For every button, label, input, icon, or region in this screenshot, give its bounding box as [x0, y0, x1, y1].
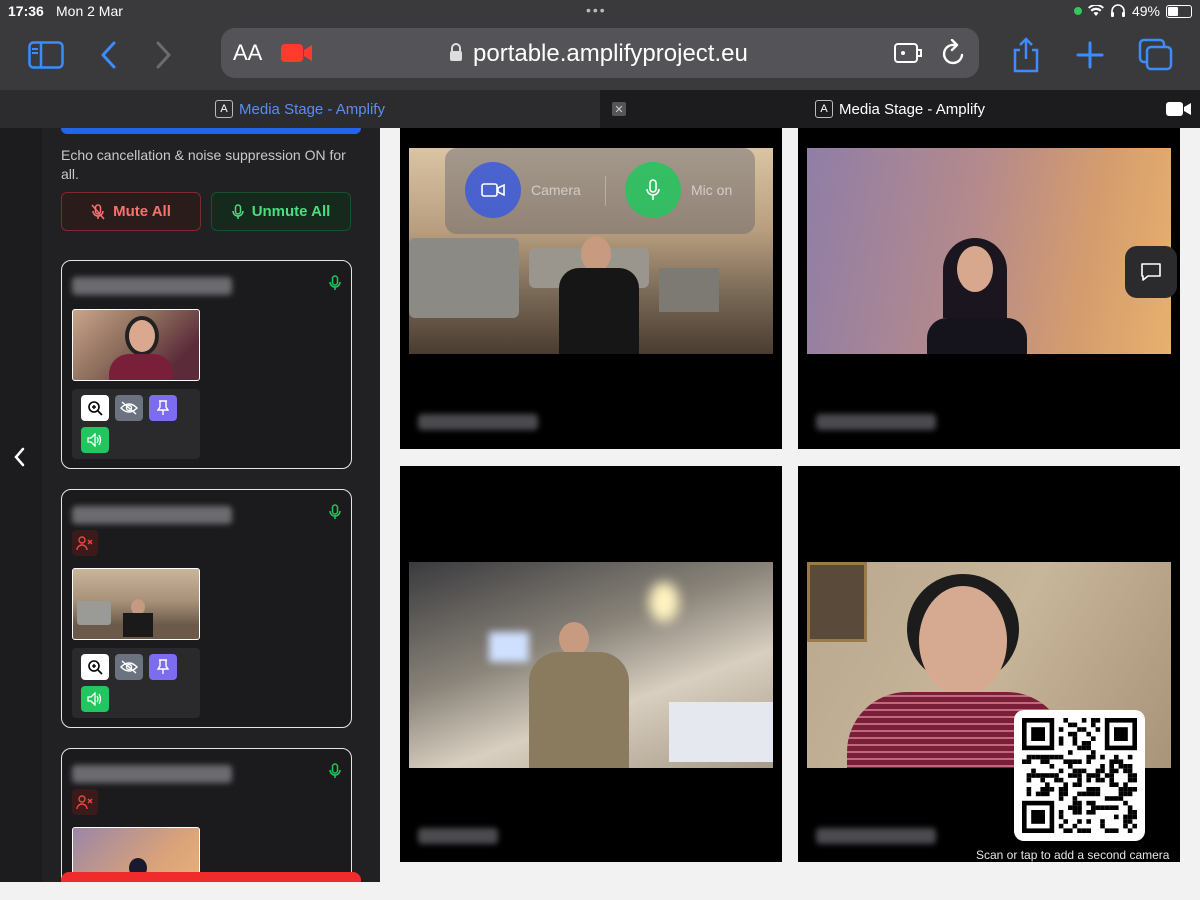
remove-user-icon[interactable]	[72, 530, 98, 556]
close-tab-icon[interactable]: ✕	[612, 102, 626, 116]
tab-label: Media Stage - Amplify	[239, 100, 385, 118]
volume-icon[interactable]	[81, 427, 109, 453]
participant-controls	[72, 389, 200, 459]
mic-toggle-button[interactable]	[625, 162, 681, 218]
forward-icon[interactable]	[144, 38, 184, 72]
tab-media-stage-active[interactable]: A Media Stage - Amplify	[0, 90, 600, 128]
status-bar: 17:36 Mon 2 Mar ••• 49%	[0, 0, 1200, 24]
video-tile[interactable]	[798, 128, 1180, 449]
unmute-all-button[interactable]: Unmute All	[211, 192, 351, 231]
participant-thumbnail[interactable]	[72, 309, 200, 381]
battery-level	[1168, 6, 1179, 16]
mic-icon	[646, 179, 660, 200]
remove-user-icon[interactable]	[72, 789, 98, 815]
chat-button[interactable]	[1125, 246, 1177, 298]
page-bottom	[0, 882, 1200, 900]
divider	[605, 176, 606, 206]
participant-name-redacted	[72, 277, 232, 295]
video-tile[interactable]	[400, 466, 782, 862]
zoom-in-icon[interactable]	[81, 654, 109, 680]
volume-icon[interactable]	[81, 686, 109, 712]
recording-camera-icon[interactable]	[281, 42, 313, 64]
camera-indicator-icon	[1073, 7, 1082, 15]
camera-icon	[481, 183, 505, 197]
primary-action-button[interactable]	[61, 128, 361, 134]
mic-active-icon	[329, 504, 341, 519]
participant-card	[61, 260, 352, 469]
sidebar-collapse-strip	[0, 128, 42, 882]
participant-name-redacted	[418, 414, 538, 430]
qr-code-image	[1022, 718, 1137, 833]
battery-percent: 49%	[1131, 3, 1160, 19]
clock: 17:36	[8, 3, 44, 19]
multitask-dots-icon[interactable]: •••	[586, 2, 607, 18]
qr-caption: Scan or tap to add a second camera	[976, 848, 1170, 862]
participant-video	[409, 562, 773, 768]
lock-icon	[450, 43, 462, 61]
participant-thumbnail[interactable]	[72, 568, 200, 640]
mic-off-icon	[91, 203, 105, 219]
site-favicon: A	[215, 100, 234, 118]
participant-video	[807, 148, 1171, 354]
hide-video-icon[interactable]	[115, 395, 143, 421]
tab-bar: A Media Stage - Amplify ✕ A Media Stage …	[0, 90, 1200, 128]
mic-label: Mic on	[691, 182, 733, 198]
echo-cancellation-note: Echo cancellation & noise suppression ON…	[61, 147, 346, 182]
camera-label: Camera	[531, 182, 581, 198]
share-icon[interactable]	[1006, 37, 1046, 73]
pin-icon[interactable]	[149, 395, 177, 421]
extension-icon[interactable]	[893, 40, 923, 66]
mute-all-button[interactable]: Mute All	[61, 192, 201, 231]
zoom-in-icon[interactable]	[81, 395, 109, 421]
qr-code[interactable]	[1014, 710, 1145, 841]
mic-active-icon	[329, 763, 341, 778]
sidebar-toggle-icon[interactable]	[26, 38, 66, 72]
camera-toggle-button[interactable]	[465, 162, 521, 218]
participant-name-redacted	[418, 828, 498, 844]
participant-name-redacted	[816, 828, 936, 844]
url-text[interactable]: portable.amplifyproject.eu	[473, 40, 748, 68]
tabs-overview-icon[interactable]	[1136, 38, 1176, 72]
browser-toolbar: AA portable.amplifyproject.eu	[0, 24, 1200, 90]
participant-name-redacted	[816, 414, 936, 430]
pin-icon[interactable]	[149, 654, 177, 680]
site-favicon: A	[815, 100, 834, 118]
chevron-left-icon[interactable]	[12, 446, 26, 468]
date: Mon 2 Mar	[56, 3, 123, 19]
chat-icon	[1141, 263, 1161, 281]
participant-card	[61, 489, 352, 728]
status-right: 49%	[1073, 3, 1192, 19]
battery-icon	[1166, 4, 1192, 18]
mic-active-icon	[329, 275, 341, 290]
participant-controls	[72, 648, 200, 718]
tab-label: Media Stage - Amplify	[839, 100, 985, 118]
media-controls-overlay: Camera Mic on	[445, 148, 755, 234]
participant-card	[61, 748, 352, 882]
headphones-icon	[1110, 4, 1125, 17]
reader-settings-button[interactable]: AA	[233, 40, 262, 66]
video-tab-icon	[1166, 102, 1191, 116]
wifi-icon	[1087, 5, 1104, 16]
hide-video-icon[interactable]	[115, 654, 143, 680]
tab-media-stage[interactable]: ✕ A Media Stage - Amplify	[600, 90, 1200, 128]
mic-icon	[231, 203, 244, 219]
back-icon[interactable]	[88, 38, 128, 72]
participant-name-redacted	[72, 765, 232, 783]
participant-name-redacted	[72, 506, 232, 524]
reload-icon[interactable]	[941, 39, 967, 67]
address-bar[interactable]: AA portable.amplifyproject.eu	[221, 28, 979, 78]
new-tab-icon[interactable]	[1070, 38, 1110, 72]
participants-sidebar: Echo cancellation & noise suppression ON…	[42, 128, 380, 882]
